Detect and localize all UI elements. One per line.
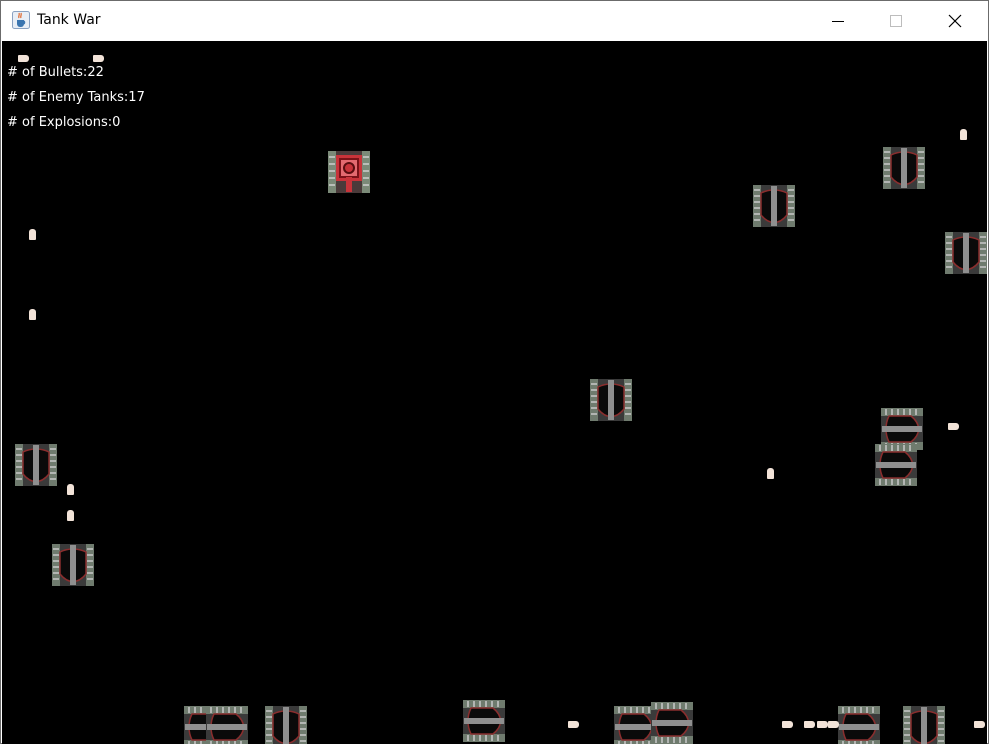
enemy-tank — [590, 379, 632, 421]
enemy-tank — [903, 706, 945, 744]
bullet — [93, 55, 104, 62]
minimize-button[interactable] — [809, 1, 867, 40]
bullet — [767, 468, 774, 479]
bullet — [817, 721, 828, 728]
enemy-tank — [651, 702, 693, 744]
enemy-tank-count: # of Enemy Tanks:17 — [7, 90, 145, 105]
maximize-button[interactable] — [867, 1, 925, 40]
explosion-count: # of Explosions:0 — [7, 115, 121, 130]
enemy-tank — [15, 444, 57, 486]
enemy-tank — [838, 706, 880, 744]
enemy-tank — [206, 706, 248, 744]
bullet — [782, 721, 793, 728]
enemy-tank — [753, 185, 795, 227]
java-coffee-icon — [12, 11, 30, 29]
enemy-tank — [875, 444, 917, 486]
bullet — [18, 55, 29, 62]
bullet — [960, 129, 967, 140]
bullet-count: # of Bullets:22 — [7, 65, 104, 80]
bullet — [67, 484, 74, 495]
game-canvas[interactable]: # of Bullets:22 # of Enemy Tanks:17 # of… — [2, 41, 987, 744]
window-title: Tank War — [37, 12, 101, 28]
bullet — [568, 721, 579, 728]
close-button[interactable] — [926, 1, 984, 40]
bullet — [29, 309, 36, 320]
enemy-tank — [463, 700, 505, 743]
game-window: Tank War # of Bullets:22 # of Enemy Tank… — [0, 0, 989, 744]
enemy-tank — [265, 706, 307, 744]
bullet — [67, 510, 74, 521]
maximize-icon — [890, 14, 902, 27]
bullet — [29, 229, 36, 240]
minimize-icon — [832, 20, 844, 22]
enemy-tank — [883, 147, 925, 189]
bullet — [948, 423, 959, 430]
enemy-tank — [614, 706, 656, 744]
bullet — [804, 721, 815, 728]
bullet — [974, 721, 985, 728]
enemy-tank — [52, 544, 94, 586]
enemy-tank — [945, 232, 987, 274]
title-bar[interactable]: Tank War — [1, 1, 988, 40]
bullet — [828, 721, 839, 728]
player-tank — [328, 151, 370, 193]
close-icon — [948, 14, 962, 27]
